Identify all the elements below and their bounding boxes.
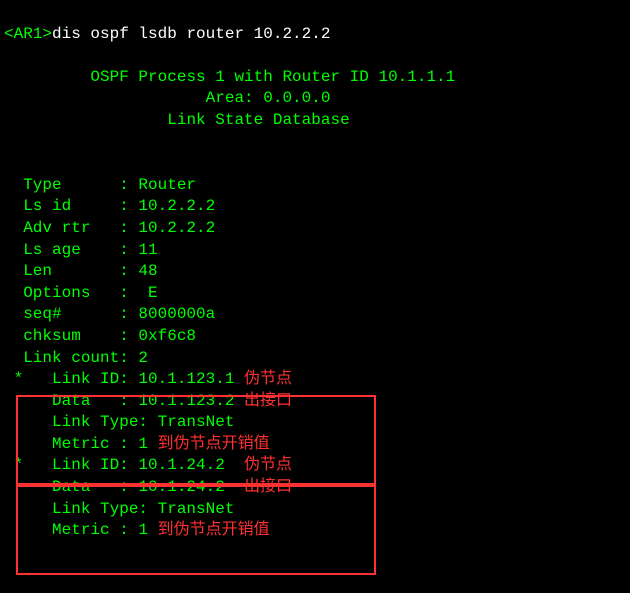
- field-advrtr: Adv rtr : 10.2.2.2: [4, 219, 215, 237]
- field-chksum: chksum : 0xf6c8: [4, 327, 196, 345]
- annotation-metric: 到伪节点开销值: [158, 521, 270, 539]
- link-entry-0-metric: Metric : 1 到伪节点开销值: [4, 435, 270, 453]
- field-len: Len : 48: [4, 262, 158, 280]
- field-lsid: Ls id : 10.2.2.2: [4, 197, 215, 215]
- link-entry-1-metric: Metric : 1 到伪节点开销值: [4, 521, 270, 539]
- link-entry-1-type: Link Type: TransNet: [4, 500, 234, 518]
- ospf-process-header: OSPF Process 1 with Router ID 10.1.1.1: [4, 68, 455, 86]
- ospf-lsdb-header: Link State Database: [4, 111, 350, 129]
- ospf-area-header: Area: 0.0.0.0: [4, 89, 330, 107]
- shell-command[interactable]: dis ospf lsdb router 10.2.2.2: [52, 25, 330, 43]
- field-seq: seq# : 8000000a: [4, 305, 215, 323]
- annotation-out-interface: 出接口: [244, 478, 292, 496]
- link-entry-0-type: Link Type: TransNet: [4, 413, 234, 431]
- field-options: Options : E: [4, 284, 158, 302]
- shell-prompt: <AR1>: [4, 25, 52, 43]
- link-entry-1-data: Data : 10.1.24.2 出接口: [4, 478, 292, 496]
- field-type: Type : Router: [4, 176, 196, 194]
- link-entry-1: * Link ID: 10.1.24.2 伪节点: [4, 456, 292, 474]
- link-entry-0: * Link ID: 10.1.123.1 伪节点: [4, 370, 292, 388]
- annotation-out-interface: 出接口: [244, 392, 292, 410]
- annotation-metric: 到伪节点开销值: [158, 435, 270, 453]
- field-lsage: Ls age : 11: [4, 241, 158, 259]
- annotation-pseudo-node: 伪节点: [244, 370, 292, 388]
- annotation-pseudo-node: 伪节点: [244, 456, 292, 474]
- link-entry-0-data: Data : 10.1.123.2 出接口: [4, 392, 292, 410]
- field-linkcount: Link count: 2: [4, 349, 148, 367]
- terminal-output: <AR1>dis ospf lsdb router 10.2.2.2 OSPF …: [0, 0, 630, 587]
